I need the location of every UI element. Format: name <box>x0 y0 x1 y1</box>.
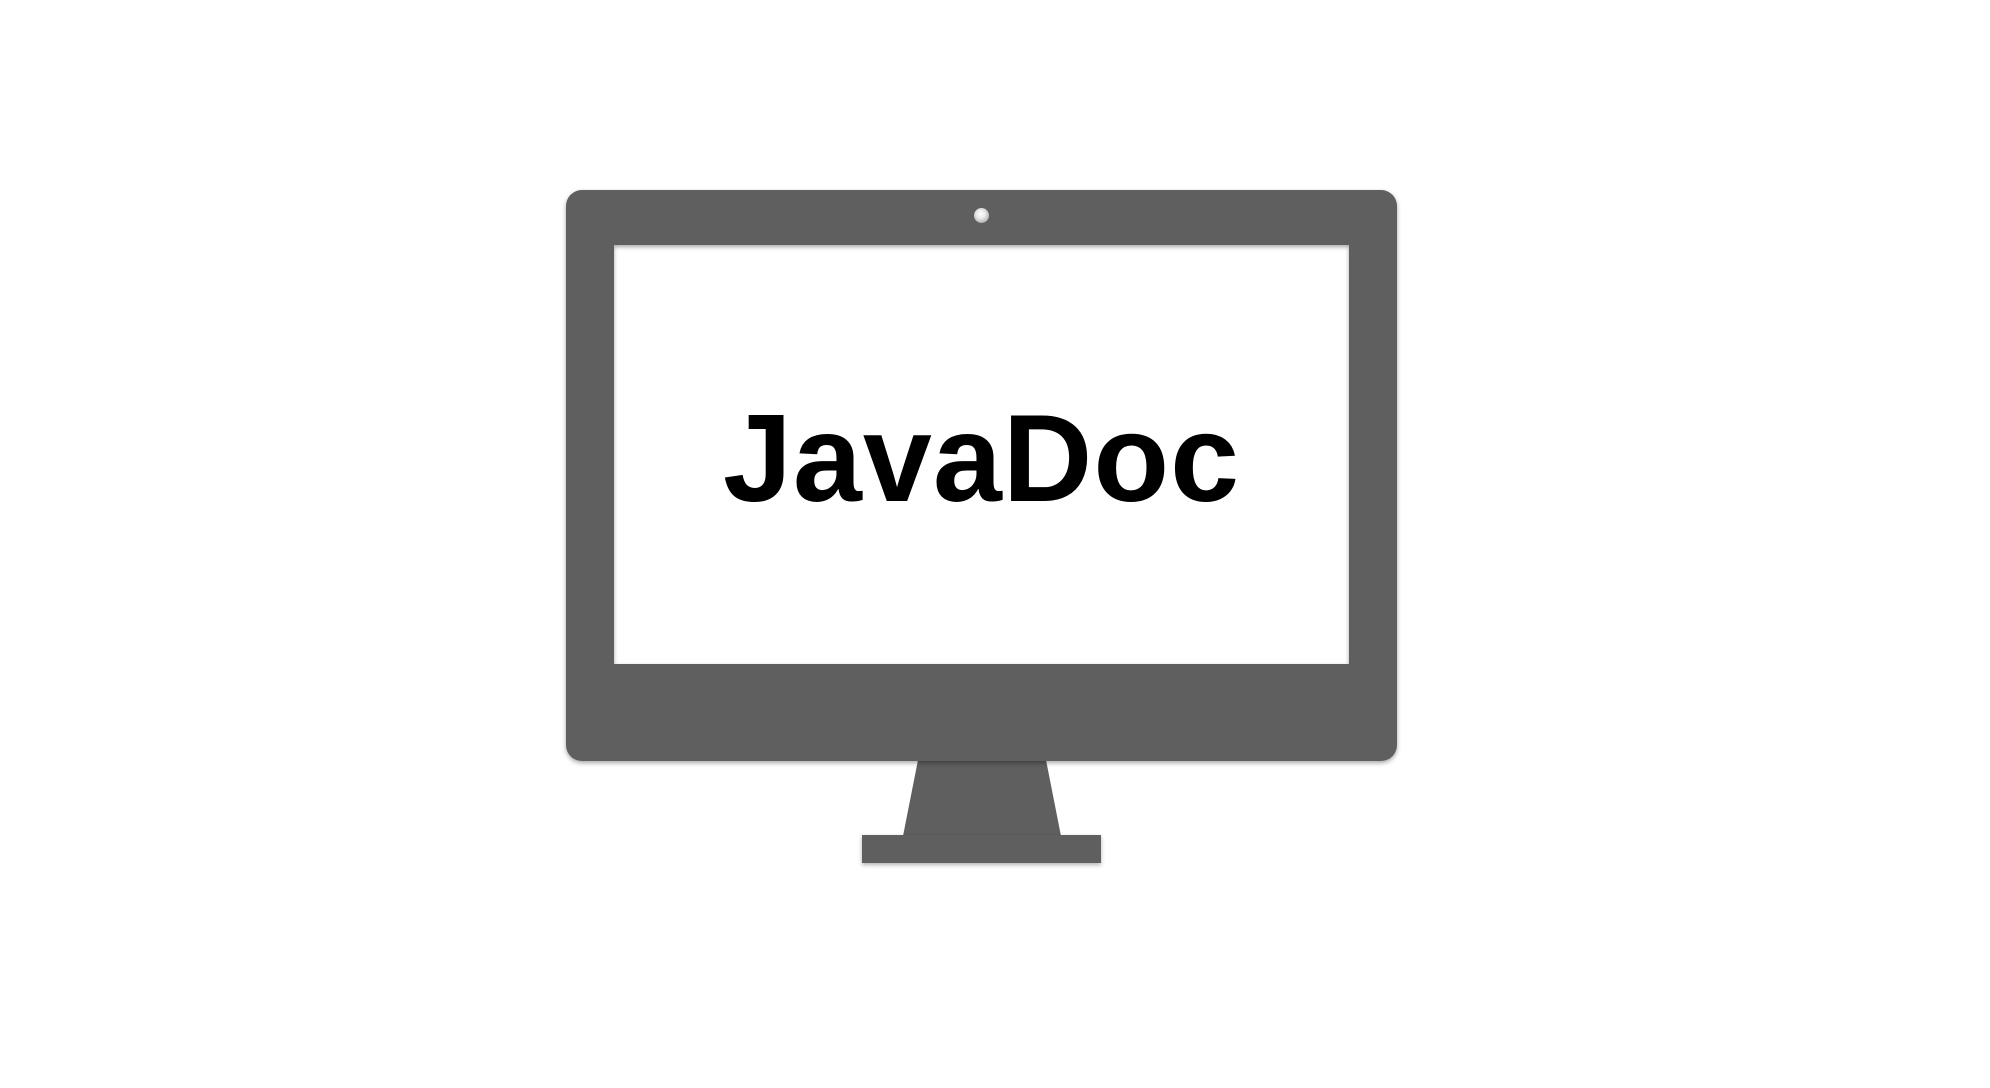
stand-base <box>862 835 1101 863</box>
screen-title: JavaDoc <box>722 389 1241 528</box>
camera-icon <box>974 208 989 223</box>
monitor-screen: JavaDoc <box>614 245 1349 664</box>
stand-neck <box>903 760 1061 836</box>
monitor-bezel: JavaDoc <box>566 190 1397 761</box>
